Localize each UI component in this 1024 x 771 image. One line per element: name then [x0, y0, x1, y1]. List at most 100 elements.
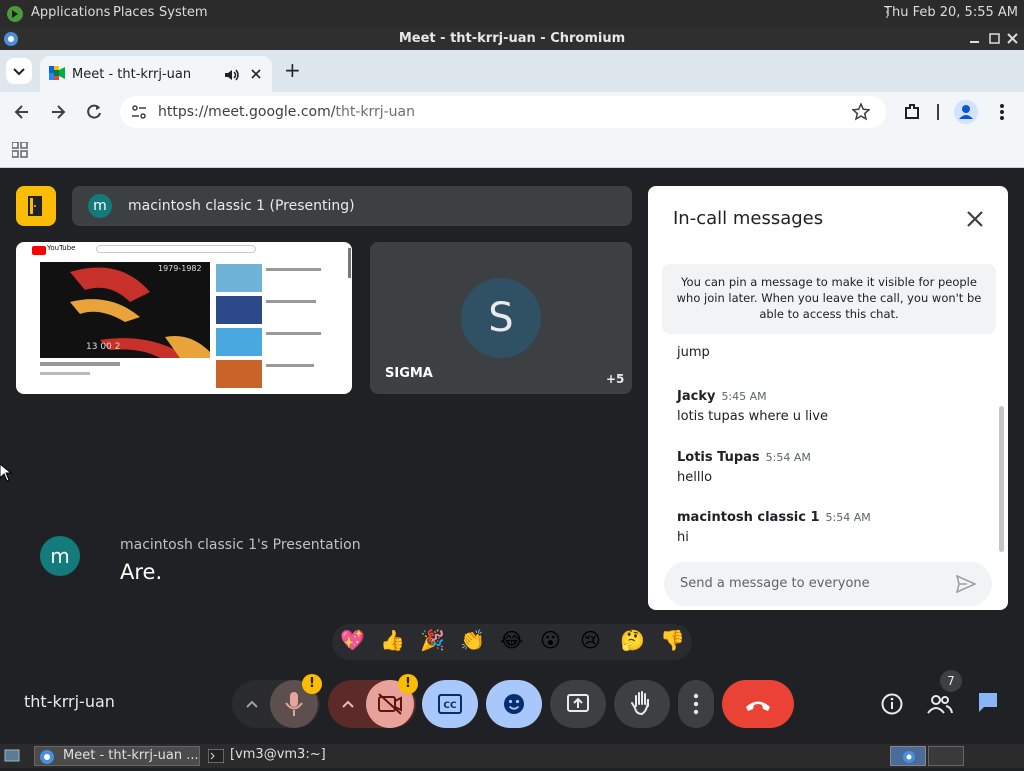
send-icon[interactable]	[956, 575, 976, 593]
thumb-video: 1979-1982 13 00 2	[40, 262, 210, 358]
chat-icon[interactable]	[976, 690, 1000, 714]
presenting-bar[interactable]: m macintosh classic 1 (Presenting)	[72, 186, 632, 226]
chevron-down-icon	[13, 68, 25, 76]
system-menu[interactable]: System	[159, 5, 207, 20]
taskbar-item-chromium[interactable]: Meet - tht-krrj-uan ...	[34, 746, 200, 766]
mic-warning-badge[interactable]: !	[302, 674, 322, 694]
meeting-code: tht-krrj-uan	[24, 692, 115, 711]
chat-message-input[interactable]: Send a message to everyone	[664, 562, 992, 606]
applications-menu[interactable]: Applications	[31, 5, 110, 20]
present-screen-icon	[567, 694, 589, 712]
profile-button[interactable]	[954, 100, 978, 124]
emoji-icon	[504, 694, 524, 714]
extensions-icon[interactable]	[902, 102, 922, 122]
captions-button[interactable]: CC	[422, 680, 478, 728]
presenter-avatar: m	[88, 194, 112, 218]
presenting-label: macintosh classic 1 (Presenting)	[128, 198, 355, 214]
chat-message: Lotis Tupas 5:54 AM helllo	[677, 446, 811, 485]
more-participants-count[interactable]: +5	[606, 372, 624, 386]
url-text[interactable]: https://meet.google.com/tht-krrj-uan	[158, 104, 415, 120]
participant-count-badge: 7	[940, 670, 962, 692]
places-menu[interactable]: Places	[113, 5, 154, 20]
taskbar-item-label: [vm3@vm3:~]	[230, 747, 326, 762]
thumb-related-4	[216, 360, 262, 388]
thumb-video-clock: 13 00 2	[86, 342, 121, 352]
camera-options-chevron-icon[interactable]	[338, 696, 358, 712]
url-host: https://meet.google.com/	[158, 104, 336, 120]
reaction-thinking[interactable]: 🤔	[620, 628, 645, 652]
mouse-cursor-icon	[0, 464, 12, 482]
sigma-name: SIGMA	[385, 366, 433, 381]
workspace-switcher[interactable]	[890, 746, 926, 766]
reaction-thumbs-down[interactable]: 👎	[660, 628, 685, 652]
reactions-bar: 💖 👍 🎉 👏 😂 😮 😢 🤔 👎	[332, 624, 692, 660]
reaction-sad[interactable]: 😢	[580, 628, 601, 652]
reload-icon[interactable]	[84, 102, 104, 122]
message-sender: Lotis Tupas	[677, 450, 760, 465]
thumb-related-1	[216, 264, 262, 292]
tab-title: Meet - tht-krrj-uan	[72, 67, 192, 82]
address-bar[interactable]: https://meet.google.com/tht-krrj-uan	[120, 96, 886, 128]
more-vert-icon	[693, 693, 699, 715]
leave-call-button[interactable]	[722, 680, 794, 728]
gnome-foot-icon[interactable]	[6, 5, 24, 23]
profile-icon	[959, 105, 973, 119]
system-top-bar: Applications Places System Thu Feb 20, 5…	[0, 0, 1024, 28]
message-sender: Jacky	[677, 389, 716, 404]
meeting-details-button[interactable]	[16, 186, 56, 226]
reaction-heart[interactable]: 💖	[340, 628, 365, 652]
meeting-info-icon[interactable]	[880, 692, 904, 716]
more-options-button[interactable]	[678, 680, 714, 728]
caption-speaker-avatar: m	[40, 536, 80, 576]
reaction-party[interactable]: 🎉	[420, 628, 445, 652]
presentation-tile[interactable]: YouTube 1979-1982 13 00 2	[16, 242, 352, 394]
mic-options-chevron-icon[interactable]	[242, 696, 262, 712]
show-desktop-icon[interactable]	[4, 748, 20, 764]
forward-icon[interactable]	[48, 102, 68, 122]
raise-hand-button[interactable]	[614, 680, 670, 728]
site-settings-icon[interactable]	[130, 104, 148, 120]
reaction-surprised[interactable]: 😮	[540, 628, 561, 652]
terminal-icon	[208, 749, 224, 763]
taskbar-item-terminal[interactable]: [vm3@vm3:~]	[204, 746, 364, 766]
reactions-button[interactable]	[486, 680, 542, 728]
message-text: lotis tupas where u live	[677, 409, 828, 424]
thumb-video-years: 1979-1982	[158, 264, 202, 273]
toolbar-divider	[937, 104, 939, 120]
close-window-icon[interactable]	[1006, 32, 1020, 46]
window-title-bar: Meet - tht-krrj-uan - Chromium	[0, 28, 1024, 50]
people-icon[interactable]	[926, 692, 954, 716]
present-now-button[interactable]	[550, 680, 606, 728]
message-time: 5:45 AM	[721, 390, 767, 403]
participant-tile-sigma[interactable]: S SIGMA +5	[370, 242, 632, 394]
maximize-icon[interactable]	[988, 32, 1002, 46]
close-tab-icon[interactable]	[250, 68, 262, 80]
thumb-related-2	[216, 296, 262, 324]
thumb-scrollbar	[348, 248, 351, 278]
back-icon[interactable]	[12, 102, 32, 122]
speaker-icon[interactable]	[224, 68, 240, 82]
clock[interactable]: Thu Feb 20, 5:55 AM	[884, 5, 1018, 20]
reaction-thumbs-up[interactable]: 👍	[380, 628, 405, 652]
tab-meet[interactable]: Meet - tht-krrj-uan	[40, 56, 272, 92]
reaction-laugh[interactable]: 😂	[500, 628, 523, 652]
browser-toolbar: https://meet.google.com/tht-krrj-uan	[0, 92, 1024, 132]
tab-search-button[interactable]	[6, 58, 32, 84]
reaction-clap[interactable]: 👏	[460, 628, 485, 652]
chat-scrollbar[interactable]	[999, 406, 1004, 552]
camera-warning-badge[interactable]: !	[398, 674, 418, 694]
workspace-chromium-icon	[903, 751, 915, 763]
workspace-2[interactable]	[928, 746, 964, 766]
thumb-related-text-4	[266, 364, 314, 367]
taskbar-item-label: Meet - tht-krrj-uan ...	[63, 748, 199, 763]
bookmark-star-icon[interactable]	[852, 103, 870, 121]
door-icon	[28, 196, 42, 216]
minimize-icon[interactable]	[968, 32, 982, 46]
new-tab-button[interactable]: +	[284, 58, 301, 82]
tab-strip: Meet - tht-krrj-uan +	[0, 50, 1024, 92]
meet-page: m macintosh classic 1 (Presenting) YouTu…	[0, 168, 1024, 744]
browser-menu-icon[interactable]	[994, 102, 1010, 122]
apps-grid-icon[interactable]	[12, 142, 28, 158]
chromium-task-icon	[40, 750, 54, 764]
close-chat-icon[interactable]	[966, 210, 984, 228]
